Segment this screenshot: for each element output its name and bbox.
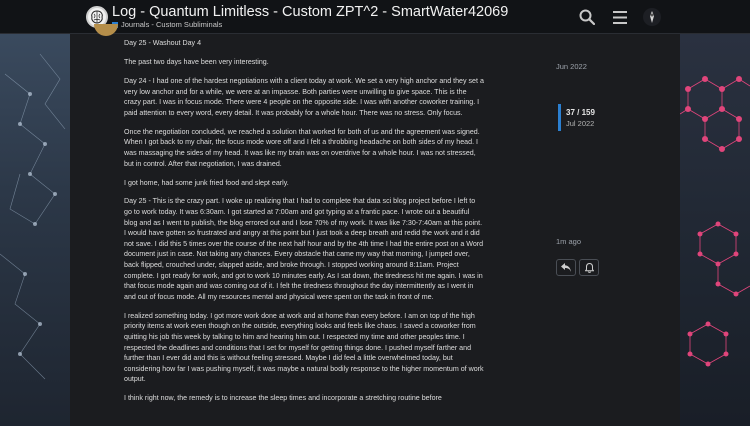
post-paragraph: Once the negotiation concluded, we reach… — [124, 127, 480, 168]
post-paragraph: I think right now, the remedy is to incr… — [124, 394, 442, 403]
post-paragraph: The past two days have been very interes… — [124, 57, 269, 66]
background-decoration-right — [680, 34, 750, 426]
post-paragraph: I realized something today. I got more w… — [124, 311, 484, 384]
timeline-last-activity[interactable]: 1m ago — [556, 237, 581, 246]
user-avatar-icon[interactable] — [643, 8, 661, 26]
bell-icon — [584, 262, 594, 273]
timeline-start-date[interactable]: Jun 2022 — [556, 62, 656, 71]
post-paragraph: Day 24 - I had one of the hardest negoti… — [124, 76, 484, 117]
breadcrumb-label: Journals - Custom Subliminals — [121, 20, 223, 29]
timeline-scroller-handle[interactable] — [558, 104, 561, 131]
reply-button[interactable] — [556, 259, 576, 276]
post-paragraph: Day 25 - This is the crazy part. I woke … — [124, 197, 484, 301]
post-content: Day 25 - Washout Day 4 The past two days… — [124, 38, 484, 412]
category-breadcrumb[interactable]: Journals - Custom Subliminals — [112, 20, 222, 29]
post-paragraph: Day 25 - Washout Day 4 — [124, 39, 202, 47]
brain-icon — [91, 10, 103, 24]
background-decoration-left — [0, 34, 70, 426]
topic-timeline: Jun 2022 — [556, 62, 656, 71]
timeline-position-date: Jul 2022 — [566, 119, 595, 128]
reply-icon — [561, 263, 571, 272]
topic-title[interactable]: Log - Quantum Limitless - Custom ZPT^2 -… — [112, 4, 508, 20]
post-paragraph: I got home, had some junk fried food and… — [124, 178, 289, 187]
hamburger-menu-icon[interactable] — [613, 11, 627, 24]
search-icon[interactable] — [579, 9, 595, 25]
notification-button[interactable] — [579, 259, 599, 276]
timeline-position: 37 / 159 — [566, 108, 595, 117]
